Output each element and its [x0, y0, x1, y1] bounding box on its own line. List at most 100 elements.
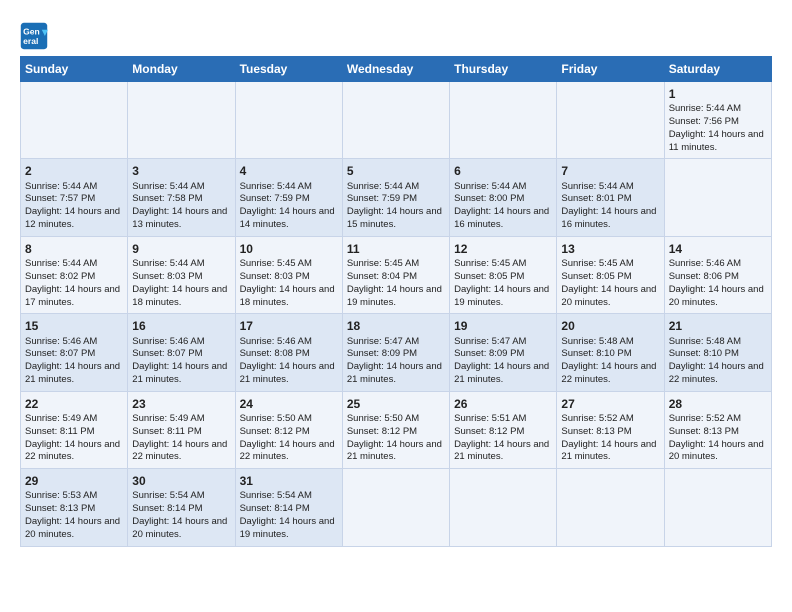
calendar-cell: 14Sunrise: 5:46 AMSunset: 8:06 PMDayligh…: [664, 236, 771, 313]
calendar-cell: 29Sunrise: 5:53 AMSunset: 8:13 PMDayligh…: [21, 469, 128, 546]
daylight: Daylight: 14 hours and 21 minutes.: [561, 439, 656, 463]
calendar-cell: 19 Sunrise: 5:47 AMSunset: 8:09 PM Dayligh…: [450, 314, 557, 391]
calendar-cell: [664, 469, 771, 546]
calendar-cell: 30Sunrise: 5:54 AMSunset: 8:14 PMDayligh…: [128, 469, 235, 546]
day-number: 14: [669, 241, 767, 257]
daylight: Daylight: 14 hours and 19 minutes.: [240, 516, 335, 540]
sunrise: Sunrise: 5:54 AM: [240, 490, 312, 501]
calendar-cell: 1Sunrise: 5:44 AMSunset: 7:56 PMDaylight…: [664, 82, 771, 159]
sunrise: Sunrise: 5:45 AM: [561, 258, 633, 269]
daylight: Daylight: 14 hours and 13 minutes.: [132, 206, 227, 230]
sunset: Sunset: 8:04 PM: [347, 271, 417, 282]
sunset: Sunset: 8:09 PM: [454, 348, 524, 359]
calendar-week: 22Sunrise: 5:49 AMSunset: 8:11 PMDayligh…: [21, 391, 772, 468]
calendar-cell: 7Sunrise: 5:44 AMSunset: 8:01 PMDaylight…: [557, 159, 664, 236]
calendar-cell: 26Sunrise: 5:51 AMSunset: 8:12 PMDayligh…: [450, 391, 557, 468]
daylight: Daylight: 14 hours and 18 minutes.: [240, 284, 335, 308]
sunset: Sunset: 7:57 PM: [25, 193, 95, 204]
sunrise: Sunrise: 5:54 AM: [132, 490, 204, 501]
sunrise: Sunrise: 5:46 AM: [132, 336, 204, 347]
calendar-week: 2Sunrise: 5:44 AMSunset: 7:57 PMDaylight…: [21, 159, 772, 236]
sunrise: Sunrise: 5:51 AM: [454, 413, 526, 424]
day-number: 10: [240, 241, 338, 257]
calendar-cell: [450, 469, 557, 546]
sunset: Sunset: 8:05 PM: [454, 271, 524, 282]
sunset: Sunset: 8:13 PM: [561, 426, 631, 437]
sunset: Sunset: 8:05 PM: [561, 271, 631, 282]
day-number: 15: [25, 318, 123, 334]
calendar-cell: 9Sunrise: 5:44 AMSunset: 8:03 PMDaylight…: [128, 236, 235, 313]
calendar-cell: 17Sunrise: 5:46 AMSunset: 8:08 PMDayligh…: [235, 314, 342, 391]
calendar-cell: 28Sunrise: 5:52 AMSunset: 8:13 PMDayligh…: [664, 391, 771, 468]
daylight: Daylight: 14 hours and 20 minutes.: [132, 516, 227, 540]
sunset: Sunset: 7:56 PM: [669, 116, 739, 127]
sunset: Sunset: 8:03 PM: [240, 271, 310, 282]
daylight: Daylight: 14 hours and 12 minutes.: [25, 206, 120, 230]
day-number: 26: [454, 396, 552, 412]
calendar-cell: 20Sunrise: 5:48 AMSunset: 8:10 PMDayligh…: [557, 314, 664, 391]
daylight: Daylight: 14 hours and 21 minutes.: [347, 361, 442, 385]
calendar-cell: 4Sunrise: 5:44 AMSunset: 7:59 PMDaylight…: [235, 159, 342, 236]
day-number: 17: [240, 318, 338, 334]
calendar-cell: [21, 82, 128, 159]
day-header-thursday: Thursday: [450, 57, 557, 82]
daylight: Daylight: 14 hours and 19 minutes.: [347, 284, 442, 308]
sunset: Sunset: 8:14 PM: [132, 503, 202, 514]
day-number: 5: [347, 163, 445, 179]
sunrise: Sunrise: 5:48 AM: [669, 336, 741, 347]
daylight: Daylight: 14 hours and 22 minutes.: [132, 439, 227, 463]
calendar-cell: 12Sunrise: 5:45 AMSunset: 8:05 PMDayligh…: [450, 236, 557, 313]
sunset: Sunset: 8:11 PM: [25, 426, 95, 437]
day-header-tuesday: Tuesday: [235, 57, 342, 82]
day-number: 20: [561, 318, 659, 334]
day-number: 31: [240, 473, 338, 489]
calendar-cell: [557, 82, 664, 159]
calendar-cell: [128, 82, 235, 159]
day-number: 7: [561, 163, 659, 179]
calendar-cell: [235, 82, 342, 159]
sunrise: Sunrise: 5:44 AM: [132, 258, 204, 269]
day-number: 4: [240, 163, 338, 179]
logo-icon: Gen eral: [20, 22, 48, 50]
daylight: Daylight: 14 hours and 22 minutes.: [25, 439, 120, 463]
logo: Gen eral: [20, 22, 52, 50]
calendar-cell: [557, 469, 664, 546]
sunset: Sunset: 8:13 PM: [25, 503, 95, 514]
sunset: Sunset: 7:59 PM: [240, 193, 310, 204]
sunset: Sunset: 8:08 PM: [240, 348, 310, 359]
daylight: Daylight: 14 hours and 21 minutes.: [240, 361, 335, 385]
sunrise: Sunrise: 5:47 AM: [454, 336, 526, 347]
calendar-cell: 3Sunrise: 5:44 AMSunset: 7:58 PMDaylight…: [128, 159, 235, 236]
calendar-cell: 31Sunrise: 5:54 AM Sunset: 8:14 PM Dayligh…: [235, 469, 342, 546]
calendar-week: 1Sunrise: 5:44 AMSunset: 7:56 PMDaylight…: [21, 82, 772, 159]
day-number: 13: [561, 241, 659, 257]
svg-text:Gen: Gen: [23, 26, 40, 36]
daylight: Daylight: 14 hours and 16 minutes.: [561, 206, 656, 230]
daylight: Daylight: 14 hours and 21 minutes.: [454, 361, 549, 385]
daylight: Daylight: 14 hours and 20 minutes.: [25, 516, 120, 540]
daylight: Daylight: 14 hours and 21 minutes.: [25, 361, 120, 385]
calendar-cell: 2Sunrise: 5:44 AMSunset: 7:57 PMDaylight…: [21, 159, 128, 236]
day-number: 23: [132, 396, 230, 412]
day-number: 21: [669, 318, 767, 334]
sunset: Sunset: 8:07 PM: [132, 348, 202, 359]
header-row: SundayMondayTuesdayWednesdayThursdayFrid…: [21, 57, 772, 82]
sunset: Sunset: 8:14 PM: [240, 503, 310, 514]
sunrise: Sunrise: 5:44 AM: [240, 181, 312, 192]
day-number: 28: [669, 396, 767, 412]
daylight: Daylight: 14 hours and 15 minutes.: [347, 206, 442, 230]
day-number: 19: [454, 318, 552, 334]
day-number: 1: [669, 86, 767, 102]
daylight: Daylight: 14 hours and 20 minutes.: [669, 284, 764, 308]
day-header-saturday: Saturday: [664, 57, 771, 82]
sunset: Sunset: 8:10 PM: [561, 348, 631, 359]
day-number: 29: [25, 473, 123, 489]
sunset: Sunset: 8:00 PM: [454, 193, 524, 204]
sunrise: Sunrise: 5:49 AM: [132, 413, 204, 424]
calendar-cell: 22Sunrise: 5:49 AMSunset: 8:11 PMDayligh…: [21, 391, 128, 468]
sunrise: Sunrise: 5:44 AM: [561, 181, 633, 192]
daylight: Daylight: 14 hours and 21 minutes.: [454, 439, 549, 463]
sunrise: Sunrise: 5:44 AM: [669, 103, 741, 114]
daylight: Daylight: 14 hours and 22 minutes.: [240, 439, 335, 463]
day-number: 16: [132, 318, 230, 334]
